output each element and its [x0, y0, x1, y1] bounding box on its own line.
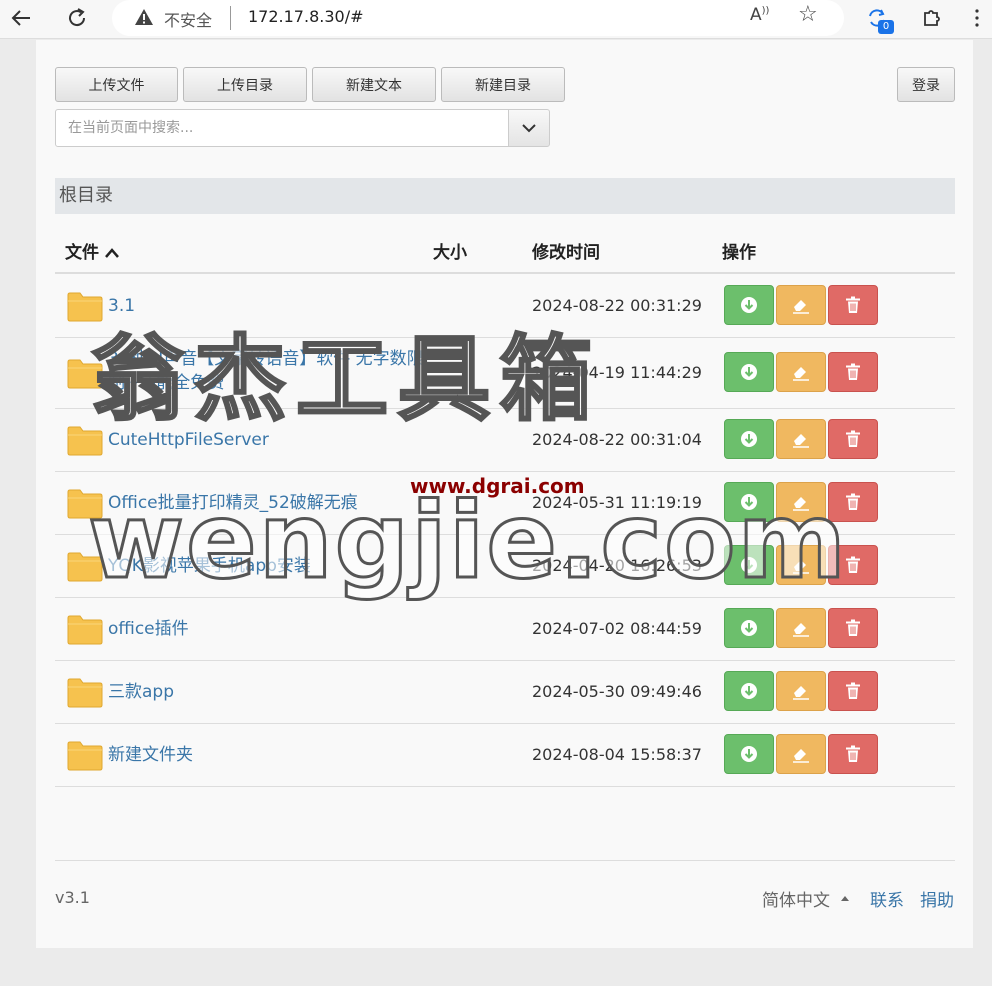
caret-up-icon[interactable] — [841, 896, 849, 901]
delete-button[interactable] — [828, 608, 878, 648]
eraser-icon — [791, 619, 811, 637]
download-button[interactable] — [724, 352, 774, 392]
table-row: 新建文件夹 2024-08-04 15:58:37 — [55, 723, 955, 787]
search-input[interactable] — [55, 109, 509, 147]
delete-button[interactable] — [828, 352, 878, 392]
upload-file-button[interactable]: 上传文件 — [55, 67, 178, 102]
watermark-domain: wengjie.com — [87, 479, 848, 604]
download-button[interactable] — [724, 419, 774, 459]
folder-icon[interactable] — [67, 613, 103, 645]
eraser-icon — [791, 363, 811, 381]
watermark-title: 翁杰工具箱 — [90, 325, 603, 435]
delete-button[interactable] — [828, 734, 878, 774]
rename-button[interactable] — [776, 671, 826, 711]
table-row: office插件 2024-07-02 08:44:59 — [55, 597, 955, 661]
footer-divider — [55, 860, 955, 861]
header-file[interactable]: 文件 — [65, 238, 119, 263]
rename-button[interactable] — [776, 285, 826, 325]
extensions-puzzle-icon[interactable] — [917, 3, 947, 33]
header-modified[interactable]: 修改时间 — [532, 238, 600, 263]
rename-button[interactable] — [776, 608, 826, 648]
modified-time: 2024-07-02 08:44:59 — [532, 619, 702, 638]
eraser-icon — [791, 430, 811, 448]
table-row: 三款app 2024-05-30 09:49:46 — [55, 660, 955, 724]
back-arrow-icon[interactable] — [6, 3, 36, 33]
trash-icon — [845, 363, 861, 381]
trash-icon — [845, 619, 861, 637]
browser-toolbar: 不安全 172.17.8.30/# A)) ☆ 0 — [0, 0, 992, 39]
sync-badge: 0 — [878, 20, 894, 34]
trash-icon — [845, 430, 861, 448]
more-menu-icon[interactable] — [962, 3, 992, 33]
new-text-button[interactable]: 新建文本 — [312, 67, 436, 102]
download-icon — [740, 619, 758, 637]
breadcrumb[interactable]: 根目录 — [55, 178, 955, 214]
download-button[interactable] — [724, 608, 774, 648]
contact-link[interactable]: 联系 — [870, 886, 904, 911]
trash-icon — [845, 745, 861, 763]
chevron-down-icon — [522, 124, 536, 133]
delete-button[interactable] — [828, 671, 878, 711]
language-selector[interactable]: 简体中文 — [762, 886, 830, 911]
eraser-icon — [791, 682, 811, 700]
download-icon — [740, 296, 758, 314]
eraser-icon — [791, 745, 811, 763]
sort-up-icon — [104, 248, 119, 258]
address-separator — [230, 6, 231, 30]
rename-button[interactable] — [776, 734, 826, 774]
refresh-icon[interactable] — [62, 3, 92, 33]
warning-icon — [134, 8, 154, 30]
new-dir-button[interactable]: 新建目录 — [441, 67, 565, 102]
file-name-link[interactable]: office插件 — [108, 617, 189, 641]
download-button[interactable] — [724, 671, 774, 711]
version-label: v3.1 — [55, 888, 90, 907]
address-bar[interactable]: 不安全 172.17.8.30/# A)) ☆ — [112, 0, 844, 36]
folder-icon[interactable] — [67, 739, 103, 771]
delete-button[interactable] — [828, 419, 878, 459]
search-dropdown-toggle[interactable] — [508, 109, 550, 147]
download-icon — [740, 682, 758, 700]
search-group — [55, 109, 550, 147]
modified-time: 2024-05-30 09:49:46 — [532, 682, 702, 701]
file-name-link[interactable]: 三款app — [108, 680, 174, 704]
rename-button[interactable] — [776, 419, 826, 459]
download-button[interactable] — [724, 285, 774, 325]
folder-icon[interactable] — [67, 676, 103, 708]
file-name-link[interactable]: 新建文件夹 — [108, 743, 193, 767]
security-status[interactable]: 不安全 — [164, 7, 212, 31]
download-icon — [740, 430, 758, 448]
header-size[interactable]: 大小 — [433, 238, 467, 263]
login-button[interactable]: 登录 — [897, 67, 955, 102]
download-icon — [740, 745, 758, 763]
trash-icon — [845, 682, 861, 700]
watermark-url: www.dgrai.com — [410, 474, 585, 498]
modified-time: 2024-08-04 15:58:37 — [532, 745, 702, 764]
header-file-label: 文件 — [65, 243, 99, 263]
download-icon — [740, 363, 758, 381]
header-actions: 操作 — [722, 243, 756, 263]
download-button[interactable] — [724, 734, 774, 774]
rename-button[interactable] — [776, 352, 826, 392]
eraser-icon — [791, 296, 811, 314]
favorite-star-icon[interactable]: ☆ — [798, 2, 818, 27]
url-text[interactable]: 172.17.8.30/# — [248, 7, 364, 26]
delete-button[interactable] — [828, 285, 878, 325]
read-aloud-icon[interactable]: A)) — [750, 5, 769, 25]
donate-link[interactable]: 捐助 — [920, 886, 954, 911]
upload-dir-button[interactable]: 上传目录 — [183, 67, 307, 102]
trash-icon — [845, 296, 861, 314]
